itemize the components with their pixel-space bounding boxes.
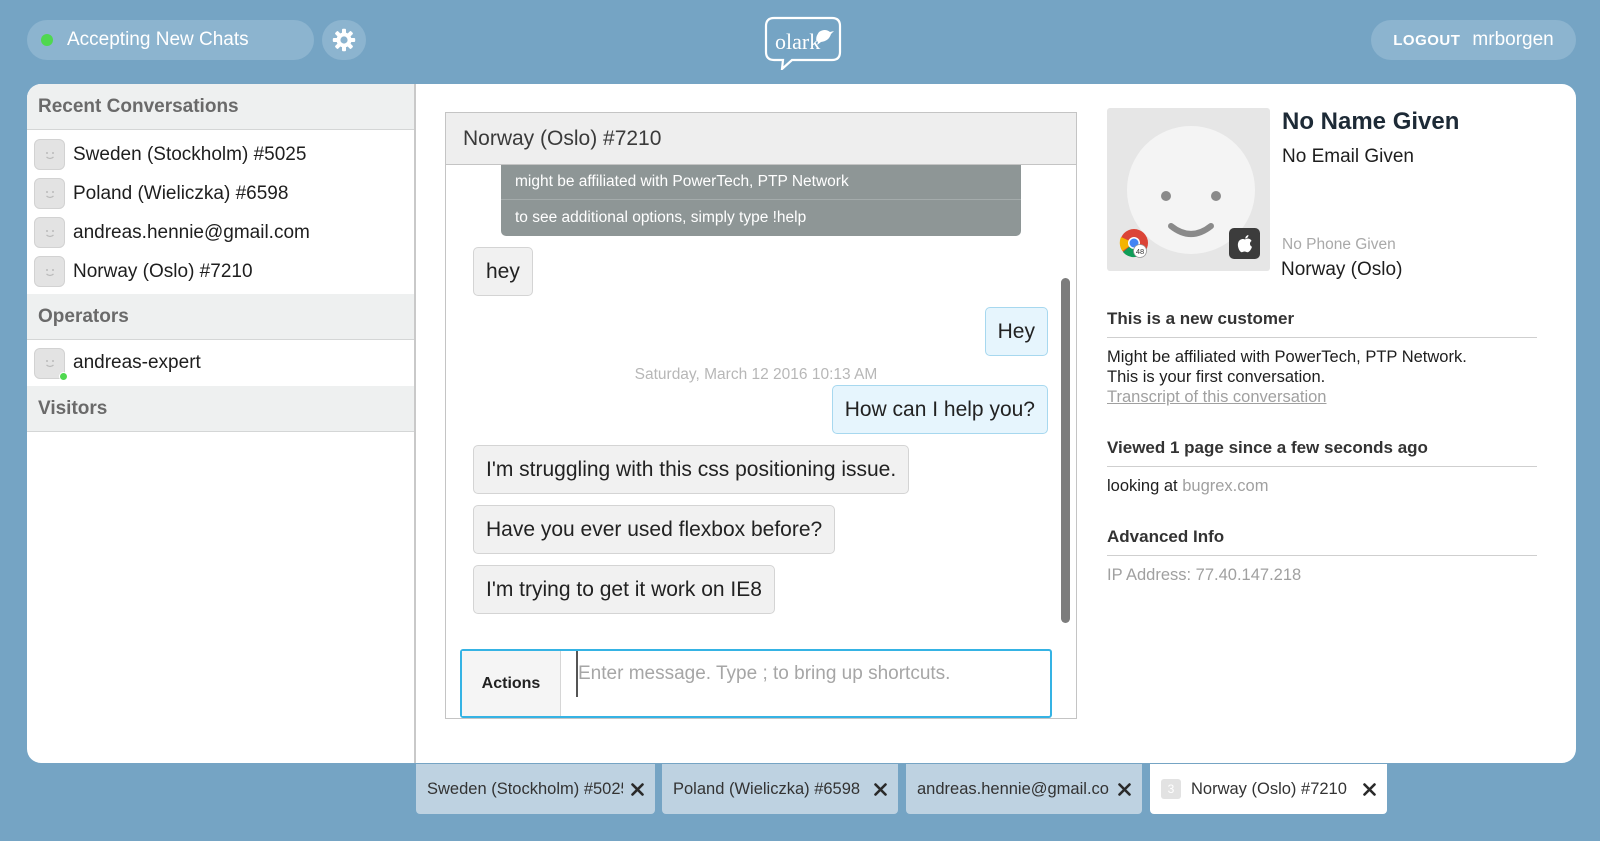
close-icon [1362, 782, 1376, 796]
visitor-location: Norway (Oslo) [1281, 259, 1403, 280]
conversation-label: Poland (Wieliczka) #6598 [73, 182, 289, 204]
customer-details: Might be affiliated with PowerTech, PTP … [1107, 347, 1537, 407]
operator-label: andreas-expert [73, 352, 201, 373]
operator-item[interactable]: andreas-expert [27, 347, 414, 381]
avatar [34, 347, 68, 381]
gear-icon [332, 28, 356, 52]
operators-header: Operators [27, 294, 414, 340]
avatar [34, 178, 65, 209]
customer-section: This is a new customer Might be affiliat… [1107, 309, 1537, 407]
apple-icon [1229, 228, 1260, 259]
unread-badge: 3 [1161, 779, 1181, 799]
avatar [34, 139, 65, 170]
logout-button[interactable]: LOGOUT [1393, 32, 1460, 49]
visitor-message: I'm trying to get it work on IE8 [473, 565, 775, 614]
close-icon [873, 782, 887, 796]
recent-conversations-header: Recent Conversations [27, 84, 414, 130]
message-input[interactable] [576, 651, 1050, 697]
advanced-info-section: Advanced Info IP Address: 77.40.147.218 [1107, 527, 1537, 585]
actions-button[interactable]: Actions [462, 651, 561, 716]
chrome-icon: 48 [1119, 229, 1148, 258]
section-title: Advanced Info [1107, 527, 1537, 556]
chat-tab[interactable]: Sweden (Stockholm) #5025 [416, 764, 655, 814]
transcript-link[interactable]: Transcript of this conversation [1107, 387, 1537, 407]
visitor-email: No Email Given [1282, 146, 1414, 167]
first-conversation-text: This is your first conversation. [1107, 368, 1326, 386]
recent-conversation-item[interactable]: Norway (Oslo) #7210 [27, 252, 414, 291]
visitor-phone: No Phone Given [1282, 236, 1396, 253]
section-title: Viewed 1 page since a few seconds ago [1107, 438, 1537, 467]
visitors-header: Visitors [27, 386, 414, 432]
chat-scrollbar[interactable] [1061, 278, 1070, 623]
tab-close-button[interactable] [1110, 782, 1138, 796]
availability-label: Accepting New Chats [67, 29, 249, 50]
recent-conversation-item[interactable]: Sweden (Stockholm) #5025 [27, 135, 414, 174]
speech-bubble-logo-icon: olark [764, 16, 842, 72]
olark-logo: olark [764, 16, 842, 72]
system-notice-line: to see additional options, simply type !… [501, 199, 1021, 235]
pages-viewed-section: Viewed 1 page since a few seconds ago lo… [1107, 438, 1537, 496]
chat-title: Norway (Oslo) #7210 [446, 113, 1076, 165]
conversation-label: Norway (Oslo) #7210 [73, 260, 253, 282]
smiley-icon [45, 151, 54, 159]
browser-version: 48 [1136, 247, 1144, 256]
account-area: LOGOUT mrborgen [1371, 20, 1576, 60]
chat-tab[interactable]: andreas.hennie@gmail.com [906, 764, 1142, 814]
message-composer: Actions [460, 649, 1052, 718]
main-panel: Recent Conversations Sweden (Stockholm) … [27, 84, 1576, 763]
close-icon [630, 782, 644, 796]
tab-label: Poland (Wieliczka) #6598 [673, 779, 861, 798]
system-notice: might be affiliated with PowerTech, PTP … [501, 165, 1021, 236]
looking-at-row: looking at bugrex.com [1107, 476, 1537, 496]
looking-at-prefix: looking at [1107, 477, 1178, 495]
chat-transcript[interactable]: might be affiliated with PowerTech, PTP … [446, 165, 1076, 635]
tab-label: Norway (Oslo) #7210 [1191, 779, 1347, 798]
avatar [34, 217, 65, 248]
operator-message: Hey [984, 307, 1048, 356]
conversation-label: andreas.hennie@gmail.com [73, 221, 310, 243]
chat-window: Norway (Oslo) #7210 might be affiliated … [445, 112, 1077, 719]
tab-label: andreas.hennie@gmail.com [917, 779, 1110, 798]
system-notice-line: might be affiliated with PowerTech, PTP … [515, 173, 849, 190]
visitor-message: Have you ever used flexbox before? [473, 505, 836, 554]
tab-label: Sweden (Stockholm) #5025 [427, 779, 623, 798]
tab-close-button[interactable] [866, 782, 894, 796]
visitor-message: I'm struggling with this css positioning… [473, 445, 910, 494]
message-timestamp: Saturday, March 12 2016 10:13 AM [634, 366, 878, 383]
sidebar: Recent Conversations Sweden (Stockholm) … [27, 84, 416, 763]
settings-button[interactable] [322, 20, 366, 60]
chat-tab-active[interactable]: 3 Norway (Oslo) #7210 [1150, 764, 1387, 814]
smiley-icon [45, 229, 54, 237]
smiley-icon [45, 360, 54, 368]
chat-tab[interactable]: Poland (Wieliczka) #6598 [662, 764, 898, 814]
smiley-icon [45, 190, 54, 198]
username: mrborgen [1472, 29, 1554, 50]
ip-address: IP Address: 77.40.147.218 [1107, 566, 1302, 584]
close-icon [1117, 782, 1131, 796]
tab-close-button[interactable] [623, 782, 651, 796]
status-dot [41, 34, 53, 46]
operator-message: How can I help you? [831, 385, 1048, 434]
affiliation-text: Might be affiliated with PowerTech, PTP … [1107, 348, 1467, 366]
visitor-message: hey [473, 247, 533, 296]
looking-at-site-link[interactable]: bugrex.com [1182, 477, 1268, 495]
tab-close-button[interactable] [1355, 782, 1383, 796]
logo-text: olark [775, 29, 820, 54]
recent-conversation-item[interactable]: andreas.hennie@gmail.com [27, 213, 414, 252]
section-title: This is a new customer [1107, 309, 1537, 338]
online-status-dot [59, 371, 68, 381]
smiley-icon [45, 268, 54, 276]
visitor-name: No Name Given [1282, 108, 1460, 135]
avatar [34, 256, 65, 287]
availability-toggle[interactable]: Accepting New Chats [27, 20, 314, 60]
conversation-label: Sweden (Stockholm) #5025 [73, 143, 307, 165]
visitor-avatar: 48 [1107, 108, 1270, 271]
visitor-info-panel: 48 No Name Given No Email Given No Phone… [1107, 108, 1552, 748]
recent-conversation-item[interactable]: Poland (Wieliczka) #6598 [27, 174, 414, 213]
